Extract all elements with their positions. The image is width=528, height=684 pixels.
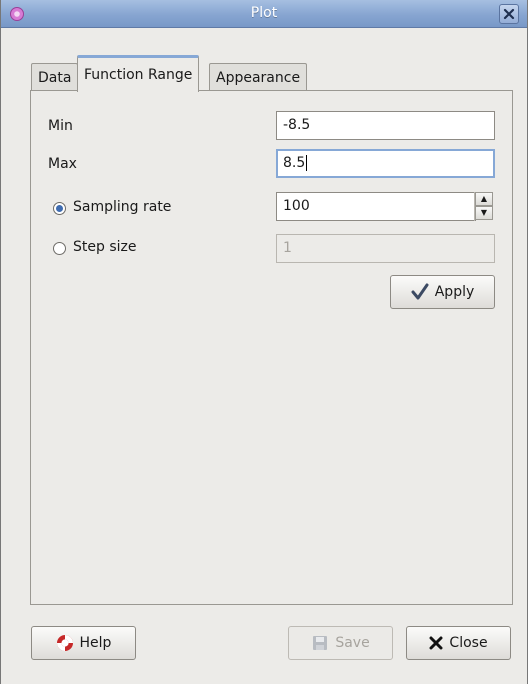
title-bar[interactable]: Plot	[1, 0, 527, 28]
spin-down-icon[interactable]: ▼	[475, 206, 493, 220]
function-range-panel: Min -8.5 Max 8.5 Sampling rate 100 ▲ ▼ S…	[30, 90, 513, 605]
save-button: Save	[288, 626, 393, 660]
step-size-field: 1	[276, 234, 495, 263]
max-value: 8.5	[283, 155, 306, 171]
min-label: Min	[48, 118, 73, 134]
lifebuoy-icon	[56, 635, 73, 651]
help-button[interactable]: Help	[31, 626, 136, 660]
min-field[interactable]: -8.5	[276, 111, 495, 140]
sampling-rate-stepper[interactable]: ▲ ▼	[474, 192, 493, 221]
floppy-disk-icon	[313, 636, 328, 650]
save-label: Save	[335, 635, 370, 651]
x-icon	[429, 636, 443, 650]
sampling-rate-spinbox[interactable]: 100	[276, 192, 476, 221]
spin-up-icon[interactable]: ▲	[475, 192, 493, 206]
tab-appearance[interactable]: Appearance	[209, 63, 308, 91]
window-title: Plot	[250, 5, 278, 21]
step-size-label[interactable]: Step size	[73, 239, 136, 255]
close-button[interactable]: Close	[406, 626, 511, 660]
step-size-radio[interactable]	[53, 242, 66, 255]
window-close-button[interactable]	[499, 4, 519, 24]
close-label: Close	[449, 635, 488, 651]
max-field[interactable]: 8.5	[276, 149, 495, 178]
checkmark-icon	[411, 283, 429, 300]
close-icon	[503, 8, 515, 20]
max-label: Max	[48, 156, 77, 172]
sampling-rate-radio[interactable]	[53, 202, 66, 215]
tab-function-range[interactable]: Function Range	[77, 55, 200, 92]
apply-label: Apply	[434, 284, 475, 300]
text-cursor	[306, 155, 308, 171]
plot-dialog: Plot Data Function Range Appearance Min …	[0, 0, 528, 684]
tab-data[interactable]: Data	[31, 63, 79, 91]
apply-button[interactable]: Apply	[390, 275, 495, 309]
sampling-rate-label[interactable]: Sampling rate	[73, 199, 171, 215]
help-label: Help	[79, 635, 112, 651]
